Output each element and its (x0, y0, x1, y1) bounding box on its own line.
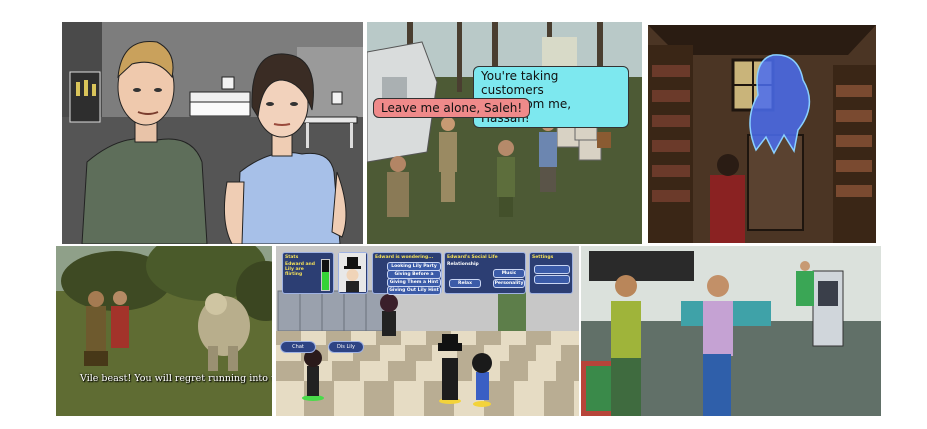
scene-panel-street-argument: You're taking customers away from me, Ha… (367, 22, 642, 244)
chat-pill-button[interactable]: Chat (280, 341, 316, 353)
street-scene-illustration (367, 22, 642, 244)
scene-panel-lounge (581, 246, 881, 416)
scene-panel-school-sim: Stats Edward and Lily are flirting Edwar… (276, 246, 579, 416)
battle-subtitle: Vile beast! You will regret running into… (80, 373, 272, 384)
portrait-frame (338, 252, 368, 294)
settings-slot-2[interactable] (534, 275, 570, 284)
fantasy-battle-illustration (56, 246, 272, 416)
scene-panel-library-ghost (648, 25, 876, 243)
dis-lily-pill-button[interactable]: Dis Lily (328, 341, 364, 353)
library-ghost-illustration (648, 25, 876, 243)
mood-title: Edward is wondering... (375, 255, 434, 260)
mood-panel: Edward is wondering... Looking Lily Part… (372, 252, 442, 295)
social-life-panel: Edward's Social Life Relationship Music … (444, 252, 526, 294)
social-button-relax[interactable]: Relax (449, 279, 481, 288)
speech-bubble-saleh: Leave me alone, Saleh! (373, 98, 531, 118)
lounge-illustration (581, 246, 881, 416)
scene-panel-cartoon-couple (62, 22, 363, 244)
scene-panel-fantasy-battle: Vile beast! You will regret running into… (56, 246, 272, 416)
stats-panel: Stats Edward and Lily are flirting (282, 252, 334, 294)
character-portrait (339, 253, 366, 292)
social-subtitle: Relationship (447, 262, 479, 267)
settings-slot-1[interactable] (534, 265, 570, 274)
cartoon-couple-illustration (62, 22, 363, 244)
speech-bubble-hassan: You're taking customers away from me, Ha… (473, 66, 629, 128)
social-title: Edward's Social Life (447, 255, 498, 260)
stat-meter-bar (321, 259, 330, 291)
social-button-personality[interactable]: Personality (493, 279, 525, 288)
settings-panel: Settings (529, 252, 573, 294)
settings-title: Settings (532, 255, 554, 260)
social-button-music[interactable]: Music (493, 269, 525, 278)
stats-line: Edward and Lily are flirting (285, 262, 315, 277)
mood-option-4[interactable]: Giving Out Lily Hint (387, 286, 441, 295)
